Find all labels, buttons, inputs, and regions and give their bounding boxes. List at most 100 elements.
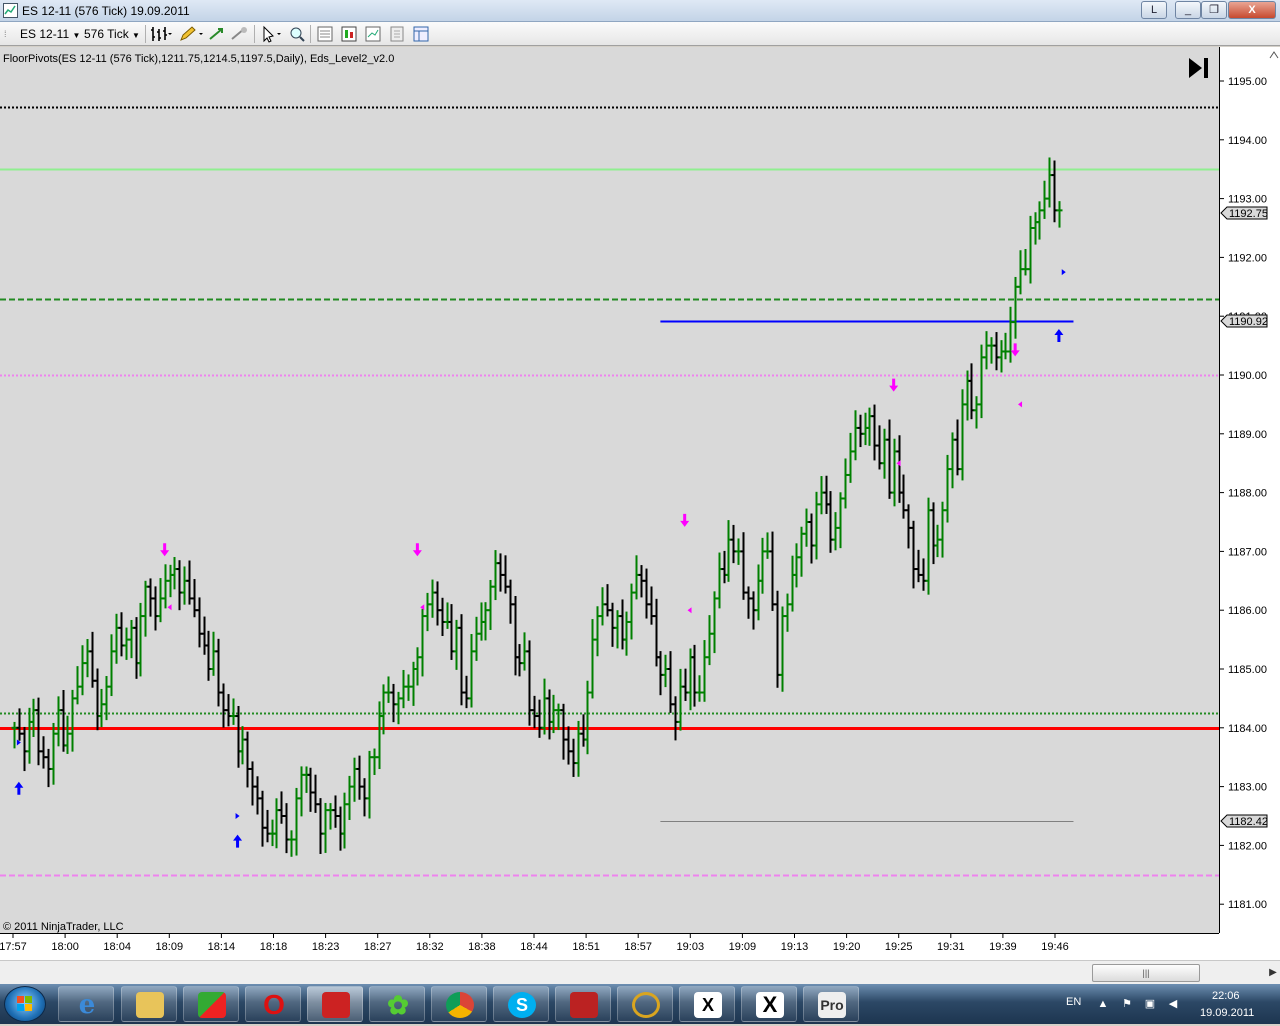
toolbar-divider	[310, 25, 311, 43]
price-marker: 1190.92	[1220, 314, 1268, 328]
taskbar-ie[interactable]: e	[58, 986, 114, 1022]
ninjatrader-chart-icon	[3, 3, 18, 18]
price-axis-label: 1192.00	[1228, 252, 1267, 264]
taskbar-opera[interactable]: O	[245, 986, 301, 1022]
taskbar-app-pro[interactable]: Pro	[803, 986, 859, 1022]
chart-area[interactable]: 1195.001194.001193.001192.001191.001190.…	[0, 47, 1280, 960]
window-title: ES 12-11 (576 Tick) 19.09.2011	[22, 4, 190, 18]
taskbar-explorer[interactable]	[121, 986, 177, 1022]
time-axis-label: 18:57	[624, 941, 652, 953]
chart-toolbar: ⁞ ES 12-11 ▼ 576 Tick ▼	[0, 22, 1280, 46]
time-axis-label: 19:03	[677, 941, 705, 953]
price-axis-label: 1183.00	[1228, 782, 1267, 794]
pencil-draw-icon[interactable]	[178, 25, 204, 43]
time-axis-label: 19:31	[937, 941, 965, 953]
time-axis-label: 18:09	[156, 941, 184, 953]
scroll-thumb[interactable]: |||	[1092, 964, 1200, 982]
volume-icon[interactable]: ◀	[1166, 997, 1180, 1011]
price-axis-label: 1195.00	[1228, 76, 1267, 88]
time-axis-label: 18:27	[364, 941, 392, 953]
time-axis-label: 19:13	[781, 941, 809, 953]
price-markers: 1192.75 1190.92 1182.42	[1220, 206, 1268, 828]
price-axis-label: 1187.00	[1228, 546, 1267, 558]
taskbar-app-x2[interactable]: X	[741, 986, 797, 1022]
properties-icon[interactable]	[388, 25, 406, 43]
price-axis-label: 1181.00	[1228, 899, 1267, 911]
close-button[interactable]: X	[1228, 1, 1276, 19]
price-axis-label: 1190.00	[1228, 370, 1267, 382]
windows-taskbar: e O ✿ S X X Pro EN ▲ ⚑ ▣ ◀ 22:06 19.09.2…	[0, 984, 1280, 1024]
icq-flower-icon: ✿	[387, 990, 409, 1020]
price-axis-label: 1184.00	[1228, 723, 1267, 735]
pro-app-icon: Pro	[818, 992, 846, 1018]
price-axis-label: 1186.00	[1228, 605, 1267, 617]
horizontal-scrollbar[interactable]: ||| ▶	[0, 960, 1280, 984]
pointer-icon[interactable]	[260, 25, 288, 43]
interval-selector[interactable]: 576 Tick ▼	[84, 25, 140, 43]
taskbar-app-arrows[interactable]	[183, 986, 239, 1022]
time-axis-label: 18:23	[312, 941, 340, 953]
internet-explorer-icon: e	[78, 990, 96, 1020]
time-axis-label: 18:04	[103, 941, 131, 953]
toolbar-divider	[145, 25, 146, 43]
price-marker: 1192.75	[1220, 206, 1268, 220]
price-axis-label: 1185.00	[1228, 664, 1267, 676]
taskbar-app-x1[interactable]: X	[679, 986, 735, 1022]
global-crosshair-icon[interactable]	[230, 25, 250, 43]
price-axis-label: 1188.00	[1228, 488, 1267, 500]
chart-trader-icon[interactable]	[412, 25, 430, 43]
chevron-down-icon: ▼	[72, 31, 81, 40]
time-axis-label: 18:14	[208, 941, 236, 953]
price-axis-labels: 1195.001194.001193.001192.001191.001190.…	[1219, 76, 1267, 911]
instrument-selector[interactable]: ES 12-11 ▼	[20, 25, 80, 43]
clock-time[interactable]: 22:06	[1212, 990, 1240, 1002]
bar-type-icon[interactable]	[150, 25, 172, 43]
chrome-icon	[446, 992, 474, 1018]
windows-logo-icon	[17, 996, 32, 1011]
price-chart[interactable]: 1195.001194.001193.001192.001191.001190.…	[0, 47, 1280, 960]
taskbar-chrome[interactable]	[431, 986, 487, 1022]
taskbar-ninjatrader[interactable]	[307, 986, 363, 1022]
data-box-icon[interactable]	[316, 25, 334, 43]
scroll-right-icon[interactable]: ▶	[1266, 964, 1280, 982]
rings-app-icon	[632, 992, 660, 1018]
start-button[interactable]	[4, 986, 46, 1022]
strategies-icon[interactable]	[364, 25, 382, 43]
crosshair-icon[interactable]	[208, 25, 228, 43]
price-axis-label: 1193.00	[1228, 194, 1267, 206]
time-axis-label: 17:57	[0, 941, 27, 953]
svg-text:1182.42: 1182.42	[1229, 816, 1268, 828]
instrument-label: ES 12-11	[20, 27, 70, 41]
minimize-button[interactable]: _	[1175, 1, 1201, 19]
time-axis-label: 19:39	[989, 941, 1017, 953]
time-axis-label: 18:44	[520, 941, 548, 953]
chevron-down-icon: ▼	[132, 31, 140, 40]
language-badge[interactable]: L	[1141, 1, 1167, 19]
svg-text:1190.92: 1190.92	[1229, 316, 1268, 328]
time-axis-label: 18:51	[572, 941, 600, 953]
ninjatrader-icon	[322, 992, 350, 1018]
opera-icon: O	[263, 989, 285, 1020]
taskbar-app-rings[interactable]	[617, 986, 673, 1022]
network-icon[interactable]: ▣	[1143, 997, 1157, 1011]
toolbar-grip-icon: ⁞	[4, 29, 7, 39]
time-axis-label: 19:20	[833, 941, 861, 953]
restore-button[interactable]: ❐	[1201, 1, 1227, 19]
tray-expand-icon[interactable]: ▲	[1096, 997, 1110, 1011]
taskbar-chart-app[interactable]	[555, 986, 611, 1022]
language-indicator[interactable]: EN	[1066, 996, 1081, 1008]
taskbar-icq[interactable]: ✿	[369, 986, 425, 1022]
x-app-icon: X	[694, 992, 722, 1018]
taskbar-skype[interactable]: S	[493, 986, 549, 1022]
price-axis-label: 1189.00	[1228, 429, 1267, 441]
chart-app-icon	[570, 992, 598, 1018]
action-center-icon[interactable]: ⚑	[1120, 997, 1134, 1011]
time-axis-label: 19:09	[729, 941, 757, 953]
indicators-icon[interactable]	[340, 25, 358, 43]
price-axis-label: 1182.00	[1228, 840, 1267, 852]
clock-date[interactable]: 19.09.2011	[1200, 1007, 1254, 1019]
time-axis-label: 18:32	[416, 941, 444, 953]
vertical-scroll-strip[interactable]	[1268, 47, 1280, 933]
zoom-icon[interactable]	[288, 25, 306, 43]
time-axis-label: 18:18	[260, 941, 288, 953]
